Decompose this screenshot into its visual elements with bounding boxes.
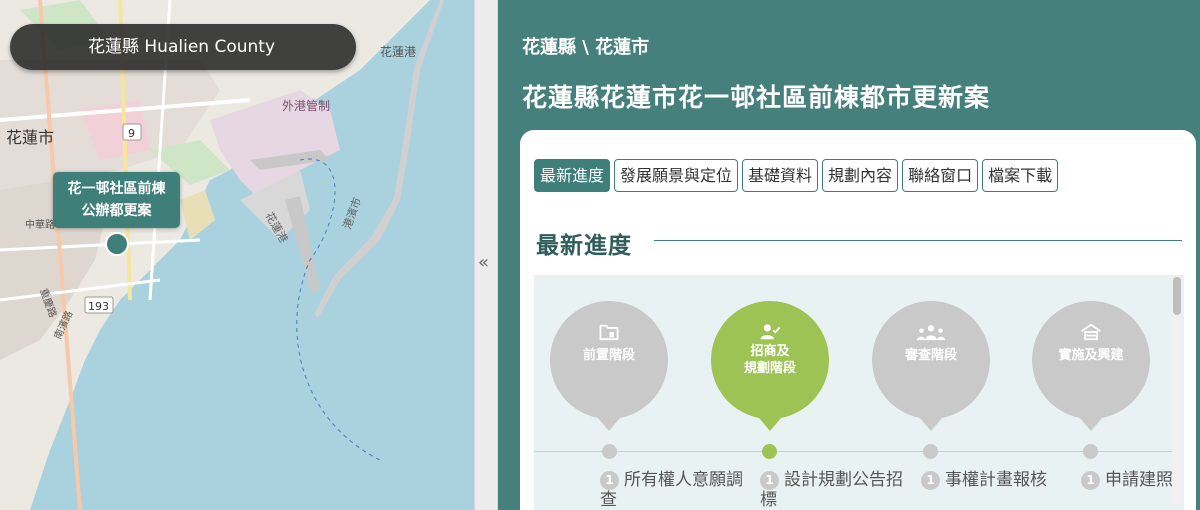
project-map-label[interactable]: 花一邨社區前棟 公辦都更案 <box>53 172 180 228</box>
tab-planning[interactable]: 規劃內容 <box>822 159 899 192</box>
step-item[interactable]: 1 事權計畫報核 <box>921 470 1066 490</box>
project-location-marker[interactable] <box>105 232 129 256</box>
double-chevron-left-icon[interactable]: « <box>478 252 489 273</box>
stage-review[interactable]: 審查階段 <box>872 301 990 431</box>
step-number-badge: 1 <box>921 471 940 490</box>
stage-bubble: 實施及興建 <box>1032 301 1150 431</box>
map-city-label: 花蓮市 <box>6 128 54 147</box>
section-header: 最新進度 <box>536 226 1182 259</box>
tab-bar: 最新進度 發展願景與定位 基礎資料 規劃內容 聯絡窗口 檔案下載 <box>534 159 1059 192</box>
map-port-label: 花蓮港 <box>380 44 416 59</box>
content-card: 最新進度 發展願景與定位 基礎資料 規劃內容 聯絡窗口 檔案下載 最新進度 前置… <box>520 130 1196 510</box>
stage-tender-planning[interactable]: 招商及 規劃階段 <box>711 301 829 431</box>
step-number-badge: 1 <box>1081 471 1100 490</box>
progress-timeline: 前置階段 招商及 規劃階段 審查階段 實施及興建 1 所有權人意願調查 1 設計… <box>534 275 1184 510</box>
tab-latest-progress[interactable]: 最新進度 <box>534 159 611 192</box>
stage-pointer <box>1069 405 1113 431</box>
stage-label-line1: 招商及 <box>750 344 790 359</box>
stage-label: 審查階段 <box>904 348 957 363</box>
group-icon <box>917 325 945 341</box>
step-item[interactable]: 1 設計規劃公告招標 <box>760 470 905 510</box>
project-label-line1: 花一邨社區前棟 <box>67 181 166 197</box>
location-pill[interactable]: 花蓮縣 Hualien County <box>10 24 356 70</box>
house-icon <box>1081 323 1101 341</box>
map-zhonghua-label: 中華路 <box>25 218 55 231</box>
stage-bubble: 前置階段 <box>550 301 668 431</box>
map-tiles[interactable]: 9 193 花蓮市 花蓮港 外港管制 中華路 花蓮港 港濱市 重慶路 南濱路 <box>0 0 474 510</box>
stage-bubble-active: 招商及 規劃階段 <box>711 301 829 431</box>
tab-vision[interactable]: 發展願景與定位 <box>614 159 739 192</box>
stage-pointer <box>587 405 631 431</box>
step-item[interactable]: 1 申請建照 <box>1081 470 1181 490</box>
timeline-dot <box>602 444 617 459</box>
timeline-dot-active <box>762 444 777 459</box>
step-text: 所有權人意願調查 <box>600 470 743 510</box>
map-road-9: 9 <box>128 127 135 140</box>
timeline-dot <box>923 444 938 459</box>
map-city-road-label: 港濱市 <box>340 195 364 231</box>
tab-contact[interactable]: 聯絡窗口 <box>902 159 979 192</box>
scrollbar-thumb[interactable] <box>1173 277 1181 315</box>
map-view[interactable]: 9 193 花蓮市 花蓮港 外港管制 中華路 花蓮港 港濱市 重慶路 南濱路 花… <box>0 0 474 510</box>
folder-icon <box>599 324 619 341</box>
timeline-dot <box>1083 444 1098 459</box>
stage-implementation[interactable]: 實施及興建 <box>1032 301 1150 431</box>
step-number-badge: 1 <box>600 471 619 490</box>
stage-label: 實施及興建 <box>1058 348 1124 363</box>
page-title: 花蓮縣花蓮市花一邨社區前棟都市更新案 <box>522 83 991 112</box>
step-text: 設計規劃公告招標 <box>760 470 903 510</box>
stage-label: 招商及 規劃階段 <box>711 343 829 377</box>
step-number-badge: 1 <box>760 471 779 490</box>
stage-pointer <box>748 405 792 431</box>
project-panel: 花蓮縣 \ 花蓮市 花蓮縣花蓮市花一邨社區前棟都市更新案 最新進度 發展願景與定… <box>498 0 1200 510</box>
step-text: 申請建照 <box>1105 470 1173 490</box>
stage-label: 前置階段 <box>582 348 635 363</box>
tab-basic-info[interactable]: 基礎資料 <box>742 159 819 192</box>
stage-bubble: 審查階段 <box>872 301 990 431</box>
user-check-icon <box>760 324 781 340</box>
map-road-193: 193 <box>88 300 109 313</box>
tab-downloads[interactable]: 檔案下載 <box>982 159 1059 192</box>
timeline-line <box>534 451 1174 452</box>
step-text: 事權計畫報核 <box>945 470 1047 490</box>
map-outer-port-label: 外港管制 <box>282 98 330 113</box>
stage-pointer <box>909 405 953 431</box>
section-divider <box>654 240 1182 241</box>
panel-collapse-bar[interactable]: « <box>474 0 498 510</box>
section-title: 最新進度 <box>536 233 632 259</box>
step-item[interactable]: 1 所有權人意願調查 <box>600 470 745 510</box>
project-label-line2: 公辦都更案 <box>81 203 152 219</box>
breadcrumb[interactable]: 花蓮縣 \ 花蓮市 <box>522 33 649 59</box>
stage-preparation[interactable]: 前置階段 <box>550 301 668 431</box>
stage-label-line2: 規劃階段 <box>743 361 796 376</box>
